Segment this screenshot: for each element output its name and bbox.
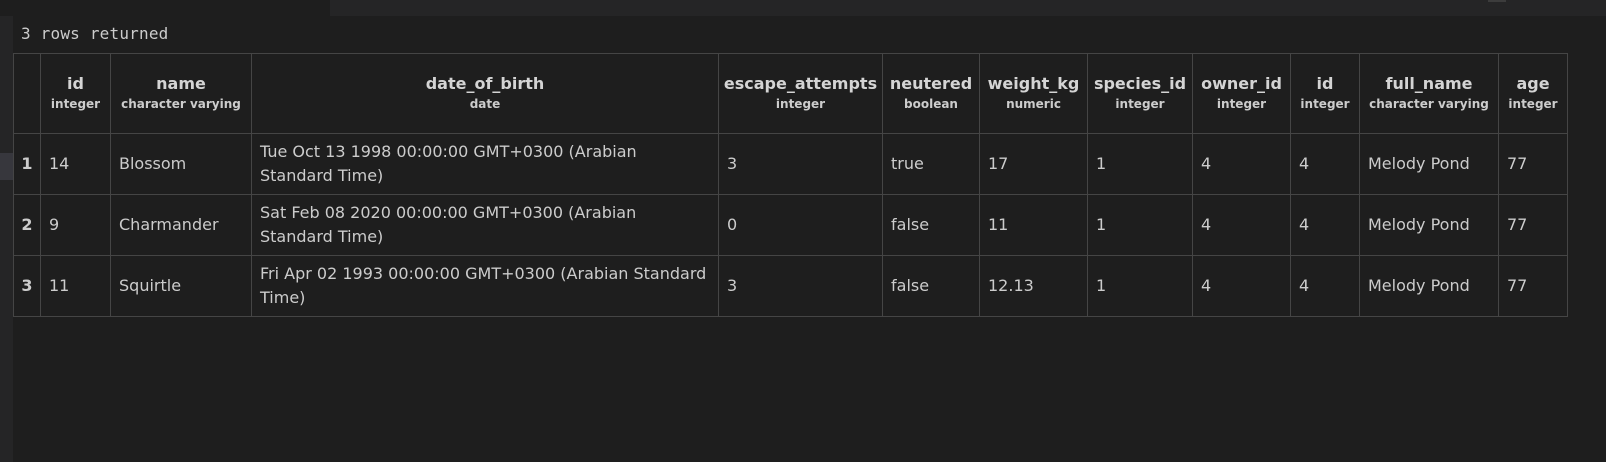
column-header-date-of-birth[interactable]: date_of_birth date	[251, 53, 719, 134]
column-name: id	[1316, 73, 1334, 93]
row-number: 3	[13, 255, 41, 317]
table-cell[interactable]: Blossom	[110, 133, 252, 195]
column-name: escape_attempts	[723, 73, 878, 93]
table-cell[interactable]: 9	[40, 194, 111, 256]
column-type: numeric	[1006, 96, 1061, 111]
column-name: owner_id	[1201, 73, 1282, 93]
column-name: full_name	[1385, 73, 1473, 93]
column-name: weight_kg	[987, 73, 1080, 93]
row-number-header	[13, 53, 41, 134]
column-header-neutered[interactable]: neutered boolean	[882, 53, 980, 134]
table-cell[interactable]: 11	[979, 194, 1088, 256]
column-header-weight-kg[interactable]: weight_kg numeric	[979, 53, 1088, 134]
column-header-id[interactable]: id integer	[40, 53, 111, 134]
table-cell[interactable]: 0	[718, 194, 883, 256]
table-cell[interactable]: Charmander	[110, 194, 252, 256]
table-cell[interactable]: 1	[1087, 133, 1193, 195]
column-header-escape-attempts[interactable]: escape_attempts integer	[718, 53, 883, 134]
column-type: date	[469, 96, 501, 111]
table-cell[interactable]: 4	[1192, 194, 1291, 256]
table-cell[interactable]: 4	[1290, 194, 1360, 256]
column-name: date_of_birth	[425, 73, 545, 93]
table-cell[interactable]: false	[882, 255, 980, 317]
selected-row-indicator	[0, 153, 13, 180]
table-cell[interactable]: false	[882, 194, 980, 256]
table-cell[interactable]: Tue Oct 13 1998 00:00:00 GMT+0300 (Arabi…	[251, 133, 719, 195]
column-type: integer	[50, 96, 101, 111]
table-cell[interactable]: 14	[40, 133, 111, 195]
table-cell[interactable]: Melody Pond	[1359, 255, 1499, 317]
column-name: neutered	[889, 73, 973, 93]
row-number: 1	[13, 133, 41, 195]
table-cell[interactable]: 4	[1290, 133, 1360, 195]
table-cell[interactable]: Melody Pond	[1359, 133, 1499, 195]
table-row[interactable]: 1 14 Blossom Tue Oct 13 1998 00:00:00 GM…	[13, 133, 1568, 195]
table-cell[interactable]: Squirtle	[110, 255, 252, 317]
table-cell[interactable]: 4	[1192, 255, 1291, 317]
table-cell[interactable]: Melody Pond	[1359, 194, 1499, 256]
table-cell[interactable]: 3	[718, 255, 883, 317]
left-gutter	[0, 16, 13, 462]
column-type: integer	[775, 96, 826, 111]
toolbar-edge	[1488, 0, 1506, 2]
column-type: character varying	[121, 96, 241, 111]
table-cell[interactable]: 12.13	[979, 255, 1088, 317]
table-row[interactable]: 2 9 Charmander Sat Feb 08 2020 00:00:00 …	[13, 194, 1568, 256]
column-type: integer	[1300, 96, 1350, 111]
column-name: id	[67, 73, 84, 93]
table-cell[interactable]: 4	[1290, 255, 1360, 317]
column-name: name	[156, 73, 206, 93]
table-cell[interactable]: 1	[1087, 255, 1193, 317]
column-type: character varying	[1369, 96, 1489, 111]
query-results-panel: 3 rows returned id integer name characte…	[0, 0, 1606, 462]
table-cell[interactable]: 77	[1498, 255, 1568, 317]
results-table: id integer name character varying date_o…	[13, 53, 1568, 317]
column-type: boolean	[904, 96, 958, 111]
column-header-owner-id[interactable]: owner_id integer	[1192, 53, 1291, 134]
column-type: integer	[1115, 96, 1165, 111]
row-number: 2	[13, 194, 41, 256]
table-cell[interactable]: true	[882, 133, 980, 195]
table-cell[interactable]: Fri Apr 02 1993 00:00:00 GMT+0300 (Arabi…	[251, 255, 719, 317]
table-cell[interactable]: Sat Feb 08 2020 00:00:00 GMT+0300 (Arabi…	[251, 194, 719, 256]
column-type: integer	[1508, 96, 1558, 111]
column-header-id-2[interactable]: id integer	[1290, 53, 1360, 134]
table-cell[interactable]: 77	[1498, 133, 1568, 195]
table-cell[interactable]: 77	[1498, 194, 1568, 256]
column-header-name[interactable]: name character varying	[110, 53, 252, 134]
table-cell[interactable]: 1	[1087, 194, 1193, 256]
table-cell[interactable]: 3	[718, 133, 883, 195]
editor-tab-strip	[330, 0, 1606, 16]
column-type: integer	[1216, 96, 1267, 111]
table-cell[interactable]: 11	[40, 255, 111, 317]
header-row: id integer name character varying date_o…	[13, 53, 1568, 134]
table-cell[interactable]: 17	[979, 133, 1088, 195]
column-name: species_id	[1093, 73, 1187, 93]
row-count-status: 3 rows returned	[21, 24, 169, 43]
column-name: age	[1516, 73, 1550, 93]
column-header-species-id[interactable]: species_id integer	[1087, 53, 1193, 134]
column-header-full-name[interactable]: full_name character varying	[1359, 53, 1499, 134]
table-row[interactable]: 3 11 Squirtle Fri Apr 02 1993 00:00:00 G…	[13, 255, 1568, 317]
table-cell[interactable]: 4	[1192, 133, 1291, 195]
top-bar	[0, 0, 1606, 16]
column-header-age[interactable]: age integer	[1498, 53, 1568, 134]
